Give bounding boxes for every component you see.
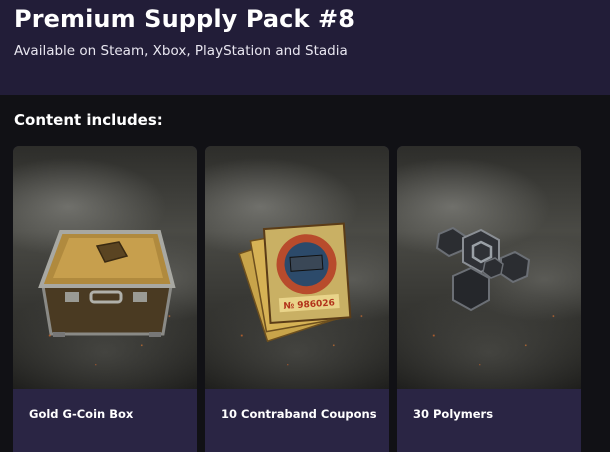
platform-availability: Available on Steam, Xbox, PlayStation an… [14, 43, 348, 59]
card-artwork [397, 146, 581, 389]
coupon-serial-number: № 986026 [283, 298, 335, 312]
pack-header: Premium Supply Pack #8 Available on Stea… [0, 0, 610, 95]
card-artwork [13, 146, 197, 389]
content-card-polymers[interactable]: 30 Polymers [397, 146, 581, 452]
content-card-label: 30 Polymers [413, 407, 494, 421]
gold-coin-box-icon [38, 230, 176, 337]
pack-title: Premium Supply Pack #8 [14, 5, 356, 33]
content-card-gold-coin-box[interactable]: Gold G-Coin Box [13, 146, 197, 452]
content-card-contraband-coupons[interactable]: № 986026 10 Contraband Coupons [205, 146, 389, 452]
content-card-label: Gold G-Coin Box [29, 407, 134, 421]
contents-section: Content includes: Gold G-Coin Box № 9860… [0, 95, 610, 452]
content-card-label: 10 Contraband Coupons [221, 407, 377, 421]
contraband-coupons-icon: № 986026 [238, 222, 352, 343]
card-artwork: № 986026 [205, 146, 389, 389]
polymers-icon [435, 226, 531, 312]
contents-heading: Content includes: [14, 111, 163, 129]
